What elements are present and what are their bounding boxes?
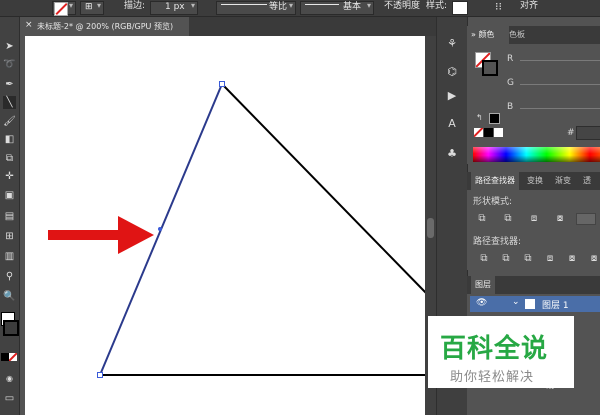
- watermark-title: 百科全说: [440, 334, 549, 364]
- merge-icon[interactable]: ⧉: [522, 252, 534, 264]
- g-slider[interactable]: [520, 84, 600, 85]
- tab-transparency[interactable]: 透明: [579, 172, 600, 203]
- swatches-panel-icon[interactable]: ⌬: [445, 64, 459, 78]
- unite-icon[interactable]: ⧉: [476, 212, 488, 224]
- play-actions-icon[interactable]: ▶: [445, 88, 459, 102]
- watermark-subtitle: 助你轻松解决: [450, 370, 535, 385]
- pathfinders-label: 路径查找器:: [473, 237, 522, 247]
- r-slider[interactable]: [520, 60, 600, 61]
- channel-b-label: B: [507, 102, 514, 112]
- layer-name[interactable]: 图层 1: [542, 298, 569, 311]
- expand-button[interactable]: [576, 213, 596, 225]
- crop-icon[interactable]: ⧈: [544, 252, 556, 264]
- layers-panel-tabs: 图层: [467, 276, 600, 294]
- outline-icon[interactable]: ⧇: [566, 252, 578, 264]
- character-panel-icon[interactable]: A: [445, 116, 459, 130]
- shape-modes-label: 形状模式:: [473, 197, 513, 207]
- anchor-point-top: [219, 81, 225, 87]
- channel-g-label: G: [507, 78, 514, 88]
- scrollbar-thumb[interactable]: [427, 218, 434, 238]
- tab-pathfinder[interactable]: 路径查找器: [471, 172, 519, 190]
- intersect-icon[interactable]: ⧈: [528, 212, 540, 224]
- red-arrow: [48, 216, 154, 254]
- stroke-black-swatch[interactable]: [482, 60, 498, 76]
- black-chip[interactable]: [489, 113, 500, 124]
- symbols-panel-icon[interactable]: ♣: [445, 146, 459, 160]
- layer-row[interactable]: 👁 ⌄ 图层 1: [470, 296, 600, 312]
- hex-label: #: [567, 128, 575, 138]
- tab-swatches[interactable]: 色板: [505, 26, 529, 44]
- out-of-gamut-icon[interactable]: ↰: [476, 113, 483, 122]
- divide-icon[interactable]: ⧉: [478, 252, 490, 264]
- white-chip[interactable]: [494, 128, 503, 137]
- pathfinder-panel-tabs: 路径查找器 变换 渐变 透明: [467, 172, 600, 203]
- layer-thumbnail: [525, 299, 535, 309]
- minus-back-icon[interactable]: ⧇: [588, 252, 600, 264]
- tab-layers[interactable]: 图层: [471, 276, 495, 294]
- minus-front-icon[interactable]: ⧉: [502, 212, 514, 224]
- hex-field[interactable]: [576, 126, 600, 140]
- expand-chevron-icon[interactable]: ⌄: [512, 297, 520, 307]
- tab-color[interactable]: » 颜色: [467, 26, 509, 44]
- color-spectrum[interactable]: [473, 147, 600, 162]
- tab-transform[interactable]: 变换: [523, 172, 547, 190]
- visibility-eye-icon[interactable]: 👁: [476, 298, 487, 308]
- brushes-panel-icon[interactable]: ⚘: [445, 36, 459, 50]
- exclude-icon[interactable]: ⧇: [554, 212, 566, 224]
- center-point: [158, 227, 162, 231]
- channel-r-label: R: [507, 54, 514, 64]
- color-panel-tabs: » 颜色 色板: [467, 26, 600, 44]
- none-chip[interactable]: [474, 128, 483, 137]
- black-chip-2[interactable]: [484, 128, 493, 137]
- anchor-point-bottom: [97, 372, 103, 378]
- trim-icon[interactable]: ⧉: [500, 252, 512, 264]
- tab-gradient[interactable]: 渐变: [551, 172, 575, 190]
- triangle-path: [221, 83, 428, 295]
- b-slider[interactable]: [520, 108, 600, 109]
- watermark: 百科全说 助你轻松解决: [428, 316, 574, 388]
